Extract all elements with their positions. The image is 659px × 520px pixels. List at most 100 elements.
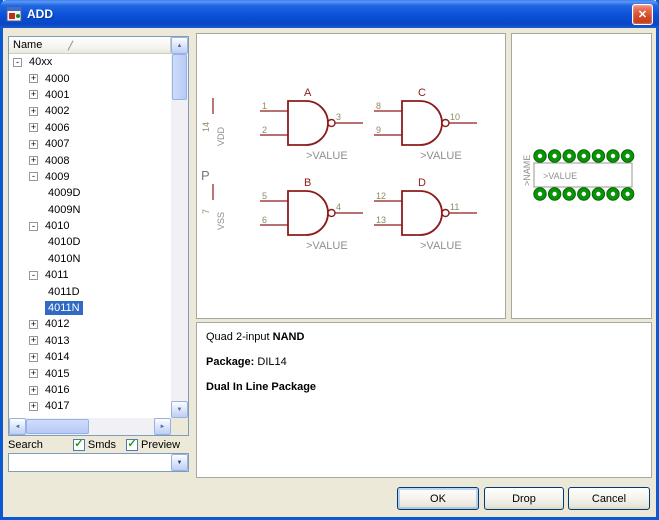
tree-item-label: 4010D [45,235,83,249]
tree-item-4006[interactable]: +4006 [9,120,171,136]
expand-icon[interactable]: + [29,320,38,329]
power-pin-name: VDD [216,126,226,146]
drop-button[interactable]: Drop [484,487,564,510]
value-placeholder: >VALUE [420,240,462,252]
tree-item-label: 4011N [45,301,83,315]
expand-icon[interactable]: + [29,74,38,83]
app-icon [6,6,22,22]
pin-number: 12 [376,191,386,201]
package-value-placeholder: >VALUE [543,171,577,181]
tree-item-4010D[interactable]: 4010D [9,234,171,250]
tree-vertical-scrollbar[interactable]: ▲ ▼ [171,37,188,418]
search-combobox[interactable]: ▼ [8,453,189,472]
gate-letter: C [418,87,426,99]
expand-icon[interactable]: + [29,386,38,395]
tree-item-4013[interactable]: +4013 [9,333,171,349]
component-tree: Name -40xx+4000+4001+4002+4006+4007+4008… [8,36,189,436]
tree-item-4011[interactable]: -4011 [9,267,171,283]
tree-item-4011D[interactable]: 4011D [9,283,171,299]
description-line-1: Quad 2-input NAND [206,331,642,343]
expand-icon[interactable]: + [29,336,38,345]
pad [548,188,560,200]
tree-item-label: 4001 [42,88,72,102]
pin-number: 3 [336,112,341,122]
scroll-right-button[interactable]: ► [154,418,171,435]
tree-item-4002[interactable]: +4002 [9,103,171,119]
expand-icon[interactable]: + [29,90,38,99]
description-text: DIL14 [254,356,286,368]
tree-item-4000[interactable]: +4000 [9,70,171,86]
expand-icon[interactable]: + [29,140,38,149]
tree-item-label: 4009 [42,170,72,184]
power-gate-letter: P [201,168,210,183]
pin-number: 10 [450,112,460,122]
collapse-icon[interactable]: - [29,271,38,280]
tree-item-4016[interactable]: +4016 [9,382,171,398]
preview-checkbox[interactable]: ✓ Preview [126,439,180,451]
schematic-svg: 123A>VALUE8910C>VALUE564B>VALUE121311D>V… [197,34,505,318]
description-panel: Quad 2-input NAND Package: DIL14 Dual In… [196,322,652,478]
description-line-3: Dual In Line Package [206,381,642,393]
collapse-icon[interactable]: - [13,58,22,67]
ok-button[interactable]: OK [397,487,479,510]
tree-item-4001[interactable]: +4001 [9,87,171,103]
pin-number: 11 [450,202,459,212]
expand-icon[interactable]: + [29,156,38,165]
tree-item-4015[interactable]: +4015 [9,365,171,381]
chevron-down-icon: ▼ [177,460,183,466]
value-placeholder: >VALUE [420,150,462,162]
expand-icon[interactable]: + [29,402,38,411]
expand-icon[interactable]: + [29,353,38,362]
titlebar[interactable]: ADD ✕ [0,0,659,28]
pad [578,150,590,162]
nand-gate-D: 121311D>VALUE [374,177,477,252]
cancel-button[interactable]: Cancel [568,487,650,510]
tree-item-4010N[interactable]: 4010N [9,251,171,267]
dropdown-button[interactable]: ▼ [171,454,188,471]
smds-checkbox[interactable]: ✓ Smds [73,439,116,451]
tree-header[interactable]: Name [9,37,171,54]
arrow-right-icon: ► [160,424,166,430]
tree-item-4009[interactable]: -4009 [9,169,171,185]
tree-item-4012[interactable]: +4012 [9,316,171,332]
expand-icon[interactable]: + [29,123,38,132]
expand-icon[interactable]: + [29,369,38,378]
horizontal-scrollbar-thumb[interactable] [26,419,89,434]
checkbox-checked-icon: ✓ [73,439,85,451]
tree-item-label: 4012 [42,317,72,331]
search-label: Search [8,439,43,451]
tree-item-label: 4009D [45,186,83,200]
collapse-icon[interactable]: - [29,222,38,231]
pad [534,188,546,200]
pin-number: 1 [262,101,267,111]
scroll-up-button[interactable]: ▲ [171,37,188,54]
tree-item-4010[interactable]: -4010 [9,218,171,234]
nand-gate-B: 564B>VALUE [260,177,363,252]
tree-item-4017[interactable]: +4017 [9,398,171,414]
tree-item-4014[interactable]: +4014 [9,349,171,365]
tree-item-4008[interactable]: +4008 [9,152,171,168]
close-button[interactable]: ✕ [632,4,653,25]
expand-icon[interactable]: + [29,107,38,116]
arrow-down-icon: ▼ [177,407,183,413]
power-pin-name: VSS [216,212,226,230]
vertical-scrollbar-thumb[interactable] [172,54,187,100]
search-input[interactable] [9,457,171,469]
tree-item-4009D[interactable]: 4009D [9,185,171,201]
close-icon: ✕ [638,8,647,21]
pin-number: 6 [262,215,267,225]
pad [607,150,619,162]
tree-item-40xx[interactable]: -40xx [9,54,171,70]
pad [578,188,590,200]
scroll-left-button[interactable]: ◄ [9,418,26,435]
gate-letter: A [304,87,312,99]
arrow-up-icon: ▲ [177,43,183,49]
pad [592,188,604,200]
tree-item-4007[interactable]: +4007 [9,136,171,152]
scroll-down-button[interactable]: ▼ [171,401,188,418]
collapse-icon[interactable]: - [29,172,38,181]
tree-horizontal-scrollbar[interactable]: ◄ ► [9,418,171,435]
tree-item-4011N[interactable]: 4011N [9,300,171,316]
value-placeholder: >VALUE [306,240,348,252]
tree-item-4009N[interactable]: 4009N [9,202,171,218]
